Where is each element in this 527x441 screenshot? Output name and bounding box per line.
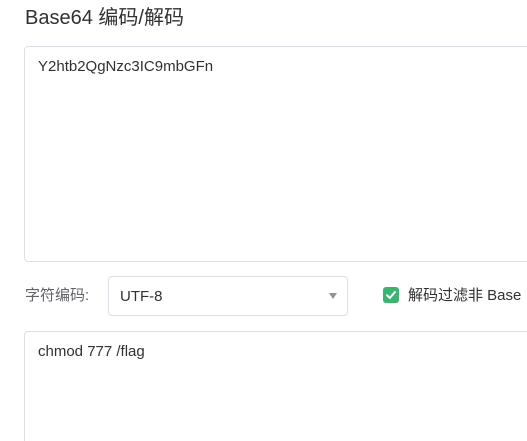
encoded-input-textarea[interactable]: Y2htb2QgNzc3IC9mbGFn [24, 46, 527, 262]
chevron-down-icon [329, 293, 337, 299]
filter-non-base64-label: 解码过滤非 Base [408, 287, 522, 304]
charset-select[interactable]: UTF-8 [108, 276, 348, 316]
checkbox-box[interactable] [383, 287, 399, 303]
charset-select-value: UTF-8 [120, 288, 163, 305]
check-icon [386, 291, 396, 299]
decoded-output-textarea[interactable]: chmod 777 /flag [24, 331, 527, 441]
charset-label: 字符编码: [25, 287, 90, 304]
base64-tool-page: Base64 编码/解码 Y2htb2QgNzc3IC9mbGFn 字符编码: … [0, 0, 527, 441]
page-title: Base64 编码/解码 [25, 7, 184, 29]
